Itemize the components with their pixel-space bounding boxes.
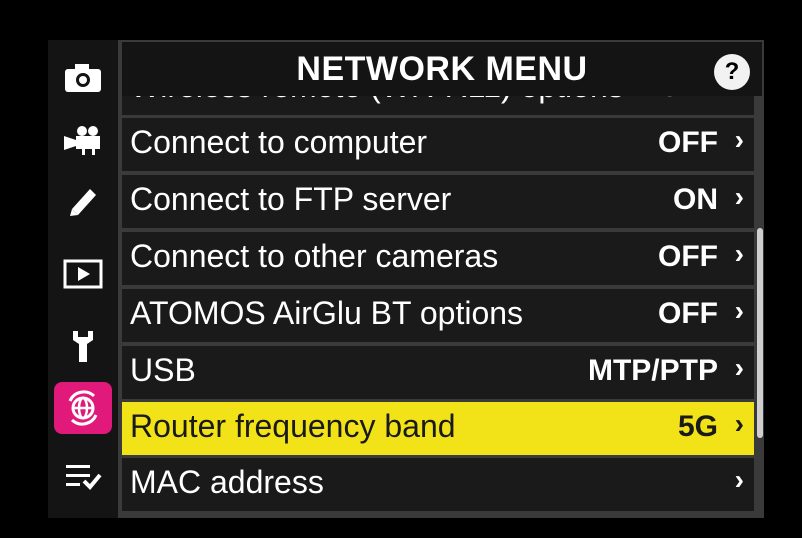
menu-item-label: MAC address: [130, 464, 324, 500]
camera-icon[interactable]: [54, 52, 112, 104]
network-icon[interactable]: [54, 382, 112, 434]
chevron-right-icon: ›: [734, 295, 744, 326]
chevron-right-icon: ›: [734, 238, 744, 269]
chevron-right-icon: ›: [735, 96, 744, 100]
menu-item-label: Router frequency band: [130, 408, 456, 444]
menu-item-label: Wireless remote (WR-R11) options: [130, 96, 624, 105]
menu-item-value: MTP/PTP: [587, 354, 718, 387]
menu-item-value: 5G: [677, 410, 718, 443]
menu-item-wireless-remote[interactable]: Wireless remote (WR-R11) options OFF ›: [122, 96, 754, 115]
menu-item-value: OFF: [658, 126, 718, 159]
menu-item-connect-computer[interactable]: Connect to computer OFF ›: [122, 118, 754, 171]
movie-camera-icon[interactable]: [54, 114, 112, 166]
menu-item-value: ON: [673, 183, 718, 216]
chevron-right-icon: ›: [734, 181, 744, 212]
menu-item-atomos[interactable]: ATOMOS AirGlu BT options OFF ›: [122, 289, 754, 342]
menu-item-usb[interactable]: USB MTP/PTP ›: [122, 346, 754, 399]
page-title: NETWORK MENU: [296, 50, 588, 88]
menu-item-mac-address[interactable]: MAC address ›: [122, 458, 754, 511]
menu-header: NETWORK MENU ?: [122, 42, 762, 96]
menu-item-value: OFF: [658, 240, 718, 273]
wrench-icon[interactable]: [54, 320, 112, 372]
chevron-right-icon: ›: [734, 408, 744, 439]
menu-item-connect-cameras[interactable]: Connect to other cameras OFF ›: [122, 232, 754, 285]
pencil-icon[interactable]: [54, 174, 112, 226]
chevron-right-icon: ›: [734, 352, 744, 383]
menu-item-label: ATOMOS AirGlu BT options: [130, 295, 524, 331]
menu-item-value: OFF: [658, 96, 718, 104]
playback-icon[interactable]: [54, 248, 112, 300]
menu-item-value: OFF: [658, 297, 718, 330]
menu-item-router-band[interactable]: Router frequency band 5G ›: [122, 402, 754, 455]
menu-sidebar: [48, 40, 118, 518]
menu-item-label: Connect to FTP server: [130, 181, 452, 217]
menu-item-label: Connect to other cameras: [130, 238, 499, 274]
menu-item-label: USB: [130, 352, 196, 388]
scrollbar[interactable]: [757, 228, 763, 438]
menu-list: Wireless remote (WR-R11) options OFF › C…: [122, 96, 754, 514]
menu-item-connect-ftp[interactable]: Connect to FTP server ON ›: [122, 175, 754, 228]
my-menu-icon[interactable]: [54, 450, 112, 502]
help-button[interactable]: ?: [714, 54, 750, 90]
chevron-right-icon: ›: [734, 124, 744, 155]
chevron-right-icon: ›: [734, 464, 744, 495]
menu-item-label: Connect to computer: [130, 124, 428, 160]
